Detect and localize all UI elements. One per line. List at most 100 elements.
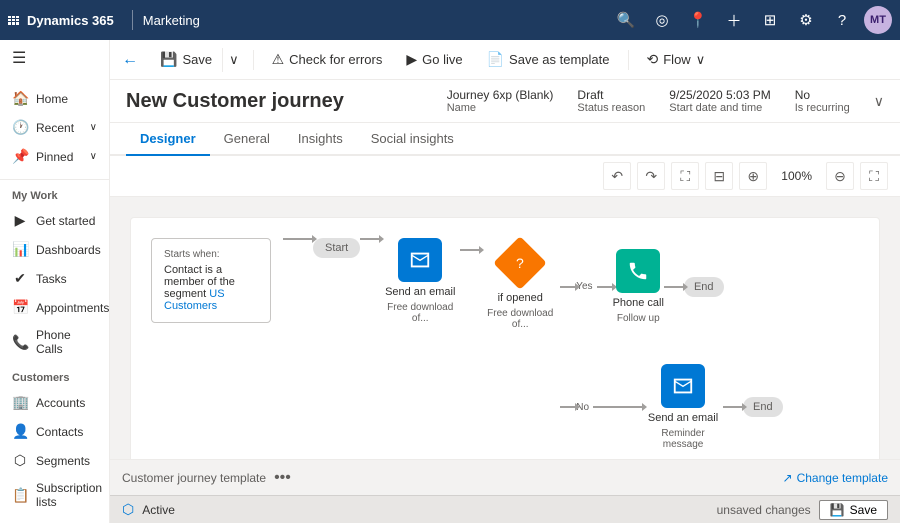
flow-main: Start Send an email [283, 238, 783, 450]
meta-name-label: Name [447, 102, 554, 114]
flow-chevron-icon: ∨ [696, 52, 706, 68]
yes-branch: Yes Phone call Follow up [560, 249, 782, 324]
email2-node-sublabel: Reminder message [643, 428, 723, 450]
back-button[interactable]: ← [122, 47, 146, 73]
sidebar-item-pinned[interactable]: 📌 Pinned ∨ [0, 142, 109, 171]
add-icon[interactable]: ＋ [720, 6, 748, 34]
contacts-icon: 👤 [12, 423, 28, 440]
meta-recurring: No Is recurring [795, 88, 850, 114]
end-oval-1: End [684, 277, 724, 297]
sidebar: ☰ 🏠 Home 🕐 Recent ∨ 📌 Pinned ∨ My Work ▶… [0, 40, 110, 523]
change-template-icon: ↗ [783, 471, 793, 485]
zoom-in-button[interactable]: ⊕ [739, 162, 767, 190]
sidebar-item-contacts[interactable]: 👤 Contacts [0, 417, 109, 446]
end-oval-2: End [743, 397, 783, 417]
yes-arrow-line-2 [597, 286, 613, 288]
flow-button[interactable]: ⟲ Flow ∨ [637, 47, 716, 72]
email2-icon-box[interactable] [661, 364, 705, 408]
sidebar-item-appointments[interactable]: 📅 Appointments [0, 293, 109, 322]
start-arrow-group [283, 238, 313, 240]
save-dropdown-button[interactable]: ∨ [222, 48, 245, 72]
fullscreen-button[interactable]: ⛶ [860, 162, 888, 190]
help-icon[interactable]: ? [828, 6, 856, 34]
email-node-sublabel: Free download of... [380, 302, 460, 324]
flow-icon: ⟲ [647, 51, 659, 68]
save-as-template-button[interactable]: 📄 Save as template [477, 47, 620, 72]
undo-button[interactable]: ↶ [603, 162, 631, 190]
save-button[interactable]: 💾 Save [150, 47, 222, 72]
nav-divider [132, 10, 133, 30]
template-dots-menu[interactable]: ••• [274, 469, 291, 487]
arrow-line-1 [283, 238, 313, 240]
meta-expand-chevron-icon[interactable]: ∨ [874, 93, 884, 110]
recent-icon: 🕐 [12, 119, 28, 136]
tab-general[interactable]: General [210, 123, 284, 156]
email2-icon [672, 375, 694, 397]
location-icon[interactable]: 📍 [684, 6, 712, 34]
start-node: Start [313, 238, 360, 258]
check-errors-icon: ⚠ [272, 51, 285, 68]
status-save-icon: 💾 [830, 503, 845, 517]
sidebar-top-section: 🏠 Home 🕐 Recent ∨ 📌 Pinned ∨ [0, 76, 109, 180]
phone-icon-box[interactable] [616, 249, 660, 293]
no-arrow-line-2 [593, 406, 643, 408]
email-icon-box[interactable] [398, 238, 442, 282]
change-template-button[interactable]: ↗ Change template [783, 471, 888, 485]
tab-social-insights[interactable]: Social insights [357, 123, 468, 156]
meta-name-value: Journey 6xp (Blank) [447, 88, 554, 102]
phone-calls-icon: 📞 [12, 334, 28, 351]
search-icon[interactable]: 🔍 [612, 6, 640, 34]
unsaved-changes-label: unsaved changes [717, 503, 811, 517]
page-header: New Customer journey Journey 6xp (Blank)… [110, 80, 900, 123]
fit-button[interactable]: ⛶ [671, 162, 699, 190]
settings-icon[interactable]: ⚙ [792, 6, 820, 34]
sidebar-item-recent[interactable]: 🕐 Recent ∨ [0, 113, 109, 142]
subscription-icon: 📋 [12, 487, 28, 504]
bottom-bar-actions: ↗ Change template [783, 471, 888, 485]
email-node: Send an email Free download of... [380, 238, 460, 324]
hamburger-icon[interactable]: ☰ [0, 40, 109, 76]
check-errors-button[interactable]: ⚠ Check for errors [262, 47, 393, 72]
email-node-label: Send an email [385, 286, 455, 298]
sidebar-item-get-started[interactable]: ▶ Get started [0, 206, 109, 235]
sidebar-item-phone-calls[interactable]: 📞 Phone Calls [0, 322, 109, 362]
tasks-icon: ✔ [12, 270, 28, 287]
meta-recurring-label: Is recurring [795, 102, 850, 114]
mywork-section-label: My Work [0, 180, 109, 206]
meta-datetime-label: Start date and time [669, 102, 770, 114]
start-oval: Start [313, 238, 360, 258]
sidebar-item-dashboards[interactable]: 📊 Dashboards [0, 235, 109, 264]
condition-icon-box[interactable]: ? [493, 236, 547, 290]
meta-datetime: 9/25/2020 5:03 PM Start date and time [669, 88, 770, 114]
go-live-icon: ▶ [406, 51, 417, 68]
grid-menu-icon[interactable] [8, 16, 17, 25]
sidebar-item-segments[interactable]: ⬡ Segments [0, 446, 109, 475]
phone-node: Phone call Follow up [613, 249, 664, 324]
meta-status-value: Draft [577, 88, 645, 102]
meta-datetime-value: 9/25/2020 5:03 PM [669, 88, 770, 102]
sidebar-item-subscription-lists[interactable]: 📋 Subscription lists [0, 475, 109, 515]
customers-section-label: Customers [0, 362, 109, 388]
condition-node: ? if opened Free download of... [480, 238, 560, 330]
app-name: Dynamics 365 [27, 13, 114, 28]
status-save-button[interactable]: 💾 Save [819, 500, 888, 520]
avatar[interactable]: MT [864, 6, 892, 34]
tab-designer[interactable]: Designer [126, 123, 210, 156]
sidebar-item-accounts[interactable]: 🏢 Accounts [0, 388, 109, 417]
redo-button[interactable]: ↷ [637, 162, 665, 190]
zoom-out-button[interactable]: ⊖ [826, 162, 854, 190]
toolbar: ← 💾 Save ∨ ⚠ Check for errors ▶ Go live … [110, 40, 900, 80]
crm-icon[interactable]: ◎ [648, 6, 676, 34]
go-live-button[interactable]: ▶ Go live [396, 47, 472, 72]
sidebar-item-tasks[interactable]: ✔ Tasks [0, 264, 109, 293]
pin-icon: 📌 [12, 148, 28, 165]
sidebar-item-home[interactable]: 🏠 Home [0, 84, 109, 113]
start-condition-text: Contact is a member of the segment US Cu… [164, 264, 258, 312]
marketing-exec-section-label: Marketing execution [0, 515, 109, 523]
filter-icon[interactable]: ⊞ [756, 6, 784, 34]
split-button[interactable]: ⊟ [705, 162, 733, 190]
arrow-line-3 [460, 249, 480, 251]
tab-insights[interactable]: Insights [284, 123, 357, 156]
start-condition-box[interactable]: Starts when: Contact is a member of the … [151, 238, 271, 323]
starts-when-label: Starts when: [164, 249, 258, 260]
